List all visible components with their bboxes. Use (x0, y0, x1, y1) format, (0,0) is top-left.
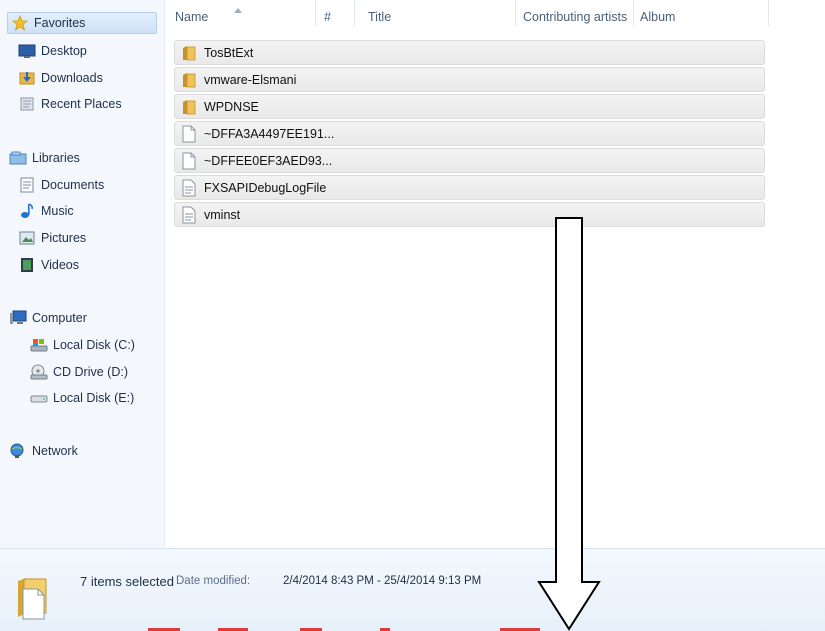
star-icon (11, 15, 29, 31)
file-icon (182, 125, 196, 142)
computer-icon (9, 310, 27, 326)
file-name: ~DFFA3A4497EE191... (204, 126, 335, 141)
nav-computer[interactable]: Computer (9, 307, 87, 329)
nav-item-label: Local Disk (C:) (53, 338, 135, 352)
network-icon (9, 443, 27, 459)
file-row[interactable]: FXSAPIDebugLogFile (174, 175, 765, 200)
column-header-name[interactable]: Name (175, 0, 208, 33)
nav-network-label: Network (32, 444, 78, 458)
column-divider[interactable] (768, 0, 769, 26)
column-header-album[interactable]: Album (640, 0, 675, 33)
nav-item-label: Pictures (41, 231, 87, 245)
file-row[interactable]: ~DFFA3A4497EE191... (174, 121, 765, 146)
nav-libraries-label: Libraries (32, 151, 80, 165)
text-file-icon (182, 206, 196, 223)
nav-item-label: Music (41, 204, 74, 218)
file-name: FXSAPIDebugLogFile (204, 180, 327, 195)
column-header-number[interactable]: # (324, 0, 331, 33)
nav-item-label: CD Drive (D:) (53, 365, 128, 379)
videos-icon (18, 257, 36, 273)
column-divider[interactable] (515, 0, 516, 26)
nav-favorites-label: Favorites (34, 16, 86, 30)
nav-item-local-disk-e[interactable]: Local Disk (E:) (30, 387, 134, 409)
file-row[interactable]: vmware-Elsmani (174, 67, 765, 92)
sort-ascending-icon (234, 2, 242, 16)
nav-item-label: Local Disk (E:) (53, 391, 135, 405)
file-icon (182, 152, 196, 169)
column-header-title[interactable]: Title (368, 0, 391, 33)
local-disk-icon (30, 337, 48, 353)
nav-libraries[interactable]: Libraries (9, 147, 80, 169)
nav-item-label: Desktop (41, 44, 87, 58)
file-name: vmware-Elsmani (204, 72, 297, 87)
nav-computer-label: Computer (32, 311, 87, 325)
libraries-icon (9, 150, 27, 166)
down-arrow-annotation-icon (537, 217, 601, 631)
file-row[interactable]: WPDNSE (174, 94, 765, 119)
nav-item-music[interactable]: Music (18, 200, 74, 222)
column-divider[interactable] (315, 0, 316, 26)
file-name: WPDNSE (204, 99, 259, 114)
nav-item-recent-places[interactable]: Recent Places (18, 93, 122, 115)
desktop-icon (18, 43, 36, 59)
file-row[interactable]: TosBtExt (174, 40, 765, 65)
documents-icon (18, 177, 36, 193)
nav-item-downloads[interactable]: Downloads (18, 67, 103, 89)
column-divider[interactable] (354, 0, 355, 26)
nav-item-videos[interactable]: Videos (18, 254, 79, 276)
file-row[interactable]: vminst (174, 202, 765, 227)
music-icon (18, 203, 36, 219)
nav-item-label: Videos (41, 258, 79, 272)
column-divider[interactable] (633, 0, 634, 26)
nav-favorites[interactable]: Favorites (7, 12, 157, 34)
date-modified-value: 2/4/2014 8:43 PM - 25/4/2014 9:13 PM (283, 575, 482, 587)
file-list: TosBtExt vmware-Elsmani WPDNSE ~DFFA3A44… (174, 40, 765, 229)
details-pane: 7 items selected Date modified: 2/4/2014… (0, 548, 825, 631)
cd-drive-icon (30, 364, 48, 380)
text-file-icon (182, 179, 196, 196)
file-name: TosBtExt (204, 45, 254, 60)
nav-item-documents[interactable]: Documents (18, 174, 104, 196)
pictures-icon (18, 230, 36, 246)
nav-item-cd-drive-d[interactable]: CD Drive (D:) (30, 361, 128, 383)
nav-item-desktop[interactable]: Desktop (18, 40, 87, 62)
file-name: vminst (204, 207, 241, 222)
date-modified-label: Date modified: (176, 575, 251, 587)
nav-network[interactable]: Network (9, 440, 78, 462)
nav-item-label: Documents (41, 178, 105, 192)
drive-icon (30, 390, 48, 406)
folder-icon (183, 72, 196, 87)
downloads-icon (18, 70, 36, 86)
multiple-files-icon (18, 578, 47, 620)
file-row[interactable]: ~DFFEE0EF3AED93... (174, 148, 765, 173)
navigation-pane: Favorites Desktop Downloads Recent Place… (0, 0, 165, 548)
file-name: ~DFFEE0EF3AED93... (204, 153, 333, 168)
recent-places-icon (18, 96, 36, 112)
selection-count: 7 items selected (80, 574, 174, 589)
nav-item-label: Downloads (41, 71, 103, 85)
folder-icon (183, 45, 196, 60)
nav-item-pictures[interactable]: Pictures (18, 227, 86, 249)
column-header-contributing-artists[interactable]: Contributing artists (523, 0, 627, 33)
nav-item-label: Recent Places (41, 97, 122, 111)
nav-item-local-disk-c[interactable]: Local Disk (C:) (30, 334, 135, 356)
folder-icon (183, 99, 196, 114)
